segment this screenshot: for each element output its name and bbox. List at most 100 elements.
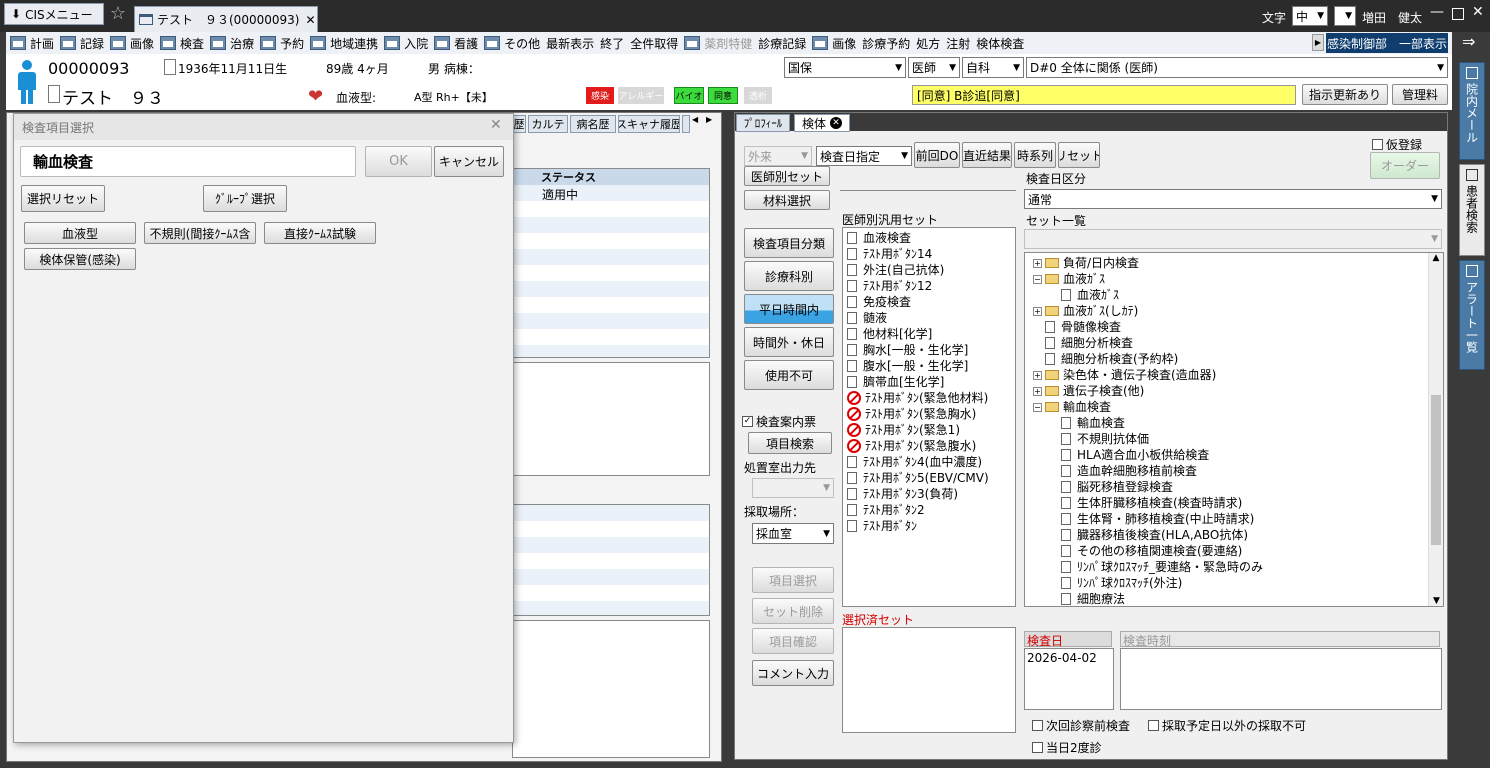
toolbar-item[interactable]: 画像 <box>110 35 154 52</box>
tree-node[interactable]: − 輸血検査 <box>1033 399 1443 415</box>
group-select-button[interactable]: ｸﾞﾙｰﾌﾟ選択 <box>203 185 287 212</box>
set-list-item[interactable]: ﾃｽﾄ用ﾎﾞﾀﾝ2 <box>847 502 1015 518</box>
specimen-storage-button[interactable]: 検体保管(感染) <box>24 248 136 270</box>
tab-scroll-left[interactable]: ◀ <box>692 115 702 131</box>
item-search-button[interactable]: 項目検索 <box>748 432 832 454</box>
consent-badge[interactable]: 同意 <box>708 87 738 104</box>
tree-scrollbar[interactable]: ▲ ▼ <box>1428 253 1443 606</box>
tab-karte[interactable]: カルテ <box>528 115 568 133</box>
tree-node[interactable]: 細胞療法 <box>1033 591 1443 606</box>
set-delete-button[interactable]: セット削除 <box>752 598 834 624</box>
sidebar-toggle-icon[interactable]: ⇒ <box>1462 32 1475 51</box>
set-list-item[interactable]: 血液検査 <box>847 230 1015 246</box>
expand-icon[interactable]: + <box>1033 258 1042 268</box>
dept-category-button[interactable]: 診療科別 <box>744 261 834 291</box>
consent-notice[interactable]: [同意] B診追[同意] <box>912 85 1296 105</box>
tree-node[interactable]: 輸血検査 <box>1033 415 1443 431</box>
toolbar-item[interactable]: 画像 <box>812 35 856 52</box>
toolbar-item[interactable]: 検査 <box>160 35 204 52</box>
date-mode-select[interactable]: 検査日指定 ▼ <box>816 146 912 166</box>
provisional-checkbox[interactable]: 仮登録 <box>1372 136 1422 153</box>
toolbar-item[interactable]: 看護 <box>434 35 478 52</box>
tree-node[interactable]: 細胞分析検査 <box>1033 335 1443 351</box>
dialog-close-icon[interactable]: ✕ <box>490 117 502 133</box>
font-size-select[interactable]: 中 ▼ <box>1292 6 1328 26</box>
set-list-item[interactable]: ﾃｽﾄ用ﾎﾞﾀﾝ12 <box>847 278 1015 294</box>
unavailable-button[interactable]: 使用不可 <box>744 360 834 390</box>
user-menu-button[interactable]: ▼ <box>1334 6 1356 26</box>
order-update-button[interactable]: 指示更新あり <box>1302 84 1388 105</box>
next-visit-checkbox[interactable]: 次回診察前検査 <box>1032 717 1130 734</box>
visit-type-select[interactable]: 外来 ▼ <box>744 146 812 166</box>
toolbar-item[interactable]: 記録 <box>60 35 104 52</box>
set-list-item[interactable]: ﾃｽﾄ用ﾎﾞﾀﾝ(緊急腹水) <box>847 438 1015 454</box>
expand-icon[interactable]: + <box>1033 370 1042 380</box>
toolbar-item[interactable]: 計画 <box>10 35 54 52</box>
toolbar-item[interactable]: 終了 <box>600 35 624 52</box>
favorite-star-icon[interactable]: ☆ <box>106 3 130 25</box>
set-list-item[interactable]: 髄液 <box>847 310 1015 326</box>
minimize-icon[interactable]: — <box>1430 4 1444 20</box>
collapse-icon[interactable]: − <box>1033 274 1042 284</box>
set-list-item[interactable]: ﾃｽﾄ用ﾎﾞﾀﾝ14 <box>847 246 1015 262</box>
set-list-item[interactable]: ﾃｽﾄ用ﾎﾞﾀﾝ(緊急他材料) <box>847 390 1015 406</box>
tree-node[interactable]: HLA適合血小板供給検査 <box>1033 447 1443 463</box>
tree-node[interactable]: ﾘﾝﾊﾟ球ｸﾛｽﾏｯﾁ(外注) <box>1033 575 1443 591</box>
set-list-item[interactable]: 免疫検査 <box>847 294 1015 310</box>
toolbar-item[interactable]: 最新表示 <box>546 35 594 52</box>
allergy-badge[interactable]: アレルギー <box>618 87 664 104</box>
toolbar-item[interactable]: 検体検査 <box>976 35 1024 52</box>
sidebar-item-alerts[interactable]: アラート一覧 <box>1459 260 1485 370</box>
toolbar-item[interactable]: 薬剤特健 <box>684 35 752 52</box>
exam-category-button[interactable]: 検査項目分類 <box>744 228 834 258</box>
infection-control-button[interactable]: 感染制御部 一部表示 <box>1326 33 1448 53</box>
set-list-item[interactable]: ﾃｽﾄ用ﾎﾞﾀﾝ3(負荷) <box>847 486 1015 502</box>
tab-specimen[interactable]: 検体 ✕ <box>794 114 850 132</box>
tab-disease-history[interactable]: 病名歴 <box>570 115 616 133</box>
close-icon[interactable]: ✕ <box>305 13 315 27</box>
dept-select[interactable]: 自科 ▼ <box>962 57 1024 78</box>
scroll-thumb[interactable] <box>1431 395 1441 545</box>
cis-menu-button[interactable]: ⬇ CISメニュー <box>4 3 104 25</box>
selection-reset-button[interactable]: 選択リセット <box>21 185 105 212</box>
cancel-button[interactable]: キャンセル <box>434 146 504 177</box>
set-list-item[interactable]: ﾃｽﾄ用ﾎﾞﾀﾝ4(血中濃度) <box>847 454 1015 470</box>
weekday-button[interactable]: 平日時間内 <box>744 294 834 324</box>
set-name-input[interactable] <box>840 190 1016 191</box>
collection-place-select[interactable]: 採血室 ▼ <box>752 523 834 544</box>
tab-profile[interactable]: ﾌﾟﾛﾌｨｰﾙ <box>736 114 790 132</box>
infection-badge[interactable]: 感染 <box>586 87 614 104</box>
order-button[interactable]: オーダー <box>1370 152 1440 179</box>
maximize-icon[interactable] <box>1452 8 1464 20</box>
close-icon[interactable]: ✕ <box>830 117 842 129</box>
dialysis-badge[interactable]: 透析 <box>744 87 772 104</box>
tree-node[interactable]: + 負荷/日内検査 <box>1033 255 1443 271</box>
set-list-item[interactable]: ﾃｽﾄ用ﾎﾞﾀﾝ(緊急胸水) <box>847 406 1015 422</box>
set-list-item[interactable]: 腹水[一般・生化学] <box>847 358 1015 374</box>
ok-button[interactable]: OK <box>365 146 432 177</box>
set-list-item[interactable]: ﾃｽﾄ用ﾎﾞﾀﾝ <box>847 518 1015 534</box>
exam-guide-checkbox[interactable]: ✓ 検査案内票 <box>742 413 816 430</box>
tree-node[interactable]: ﾘﾝﾊﾟ球ｸﾛｽﾏｯﾁ_要連絡・緊急時のみ <box>1033 559 1443 575</box>
tree-node[interactable]: + 染色体・遺伝子検査(造血器) <box>1033 367 1443 383</box>
sidebar-item-patient-search[interactable]: 患者検索 <box>1459 164 1485 256</box>
tree-node[interactable]: 生体肝臓移植検査(検査時請求) <box>1033 495 1443 511</box>
name-checkbox[interactable] <box>48 85 60 103</box>
exam-date-value[interactable]: 2026-04-02 <box>1027 651 1097 665</box>
tree-node[interactable]: 臓器移植後検査(HLA,ABO抗体) <box>1033 527 1443 543</box>
toolbar-item[interactable]: 診療記録 <box>758 35 806 52</box>
tab-scan-history[interactable]: スキャナ履歴 <box>618 115 680 133</box>
sidebar-item-mail[interactable]: 院内メール <box>1459 62 1485 160</box>
toolbar-item[interactable]: 入院 <box>384 35 428 52</box>
reset-button[interactable]: リセット <box>1058 142 1100 168</box>
tree-node[interactable]: 造血幹細胞移植前検査 <box>1033 463 1443 479</box>
direct-coombs-button[interactable]: 直接ｸｰﾑｽ試験 <box>264 222 376 244</box>
toolbar-item[interactable]: 注射 <box>946 35 970 52</box>
tab-scroll-right[interactable]: ▶ <box>706 115 716 131</box>
tab-history[interactable]: 歴 <box>512 115 526 133</box>
toolbar-item[interactable]: 予約 <box>260 35 304 52</box>
dob-checkbox[interactable] <box>164 59 176 75</box>
tree-node[interactable]: 細胞分析検査(予約枠) <box>1033 351 1443 367</box>
toolbar-item[interactable]: 全件取得 <box>630 35 678 52</box>
scroll-down-icon[interactable]: ▼ <box>1429 596 1444 606</box>
